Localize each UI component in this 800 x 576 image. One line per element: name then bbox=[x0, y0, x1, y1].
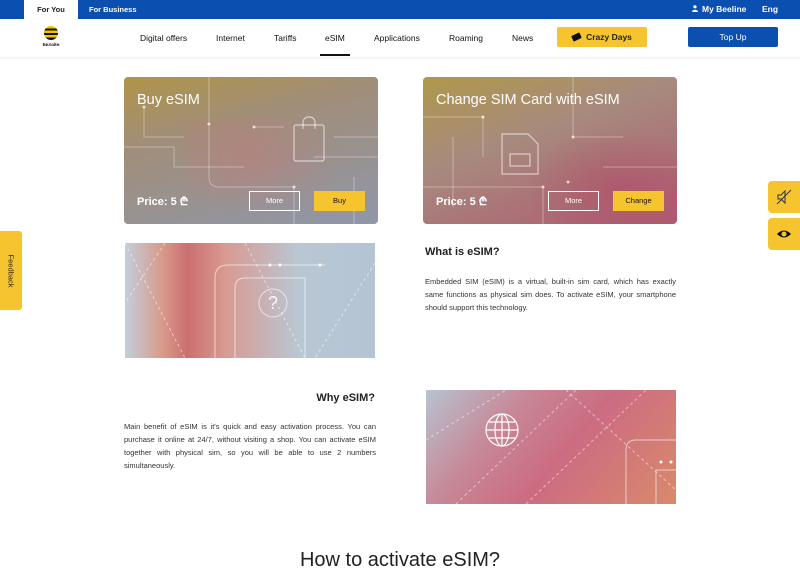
card-price: Price: 5 ₾ bbox=[436, 196, 488, 208]
top-bar: For You For Business My Beeline Eng bbox=[0, 0, 800, 19]
logo-mark bbox=[44, 26, 58, 40]
main-nav: Билайн Digital offers Internet Tariffs e… bbox=[0, 19, 800, 57]
what-is-esim-text: Embedded SIM (eSIM) is a virtual, built-… bbox=[425, 277, 676, 312]
nav-item-applications[interactable]: Applications bbox=[374, 19, 420, 57]
what-is-esim-heading: What is eSIM? bbox=[425, 246, 500, 258]
language-switch[interactable]: Eng bbox=[762, 0, 778, 19]
tag-icon bbox=[571, 32, 582, 42]
esim-question-illustration: ? bbox=[125, 243, 375, 358]
logo-text: Билайн bbox=[42, 42, 60, 47]
top-up-button[interactable]: Top Up bbox=[688, 27, 778, 47]
card-title: Buy eSIM bbox=[137, 92, 200, 108]
crazy-days-button[interactable]: Crazy Days bbox=[557, 27, 647, 47]
sim-card-icon bbox=[501, 133, 539, 175]
globe-pattern bbox=[426, 390, 676, 504]
nav-item-tariffs[interactable]: Tariffs bbox=[274, 19, 297, 57]
nav-item-digital-offers[interactable]: Digital offers bbox=[140, 19, 187, 57]
more-button[interactable]: More bbox=[249, 191, 300, 211]
my-beeline-label: My Beeline bbox=[702, 4, 747, 14]
sound-toggle-button[interactable] bbox=[768, 181, 800, 213]
bag-icon bbox=[293, 116, 325, 162]
user-icon bbox=[692, 5, 698, 12]
eye-icon bbox=[777, 230, 791, 238]
svg-text:?: ? bbox=[268, 293, 278, 313]
buy-button[interactable]: Buy bbox=[314, 191, 365, 211]
change-button[interactable]: Change bbox=[613, 191, 664, 211]
esim-globe-illustration bbox=[426, 390, 676, 504]
beeline-logo-icon[interactable]: Билайн bbox=[38, 26, 64, 50]
question-mark-icon: ? bbox=[125, 243, 375, 358]
nav-item-news[interactable]: News bbox=[512, 19, 533, 57]
my-beeline-link[interactable]: My Beeline bbox=[692, 0, 746, 19]
how-to-activate-heading: How to activate eSIM? bbox=[299, 549, 501, 571]
crazy-days-label: Crazy Days bbox=[586, 32, 632, 42]
why-esim-text: Main benefit of eSIM is it's quick and e… bbox=[124, 422, 376, 470]
card-title: Change SIM Card with eSIM bbox=[436, 92, 620, 108]
feedback-tab[interactable]: Feedback bbox=[0, 231, 22, 310]
nav-item-internet[interactable]: Internet bbox=[216, 19, 245, 57]
change-sim-card: Change SIM Card with eSIM Price: 5 ₾ Mor… bbox=[423, 77, 677, 224]
for-business-tab[interactable]: For Business bbox=[89, 0, 137, 19]
card-price: Price: 5 ₾ bbox=[137, 196, 189, 208]
feedback-label: Feedback bbox=[6, 254, 16, 287]
more-button[interactable]: More bbox=[548, 191, 599, 211]
for-you-tab[interactable]: For You bbox=[24, 0, 78, 19]
why-esim-heading: Why eSIM? bbox=[316, 392, 375, 404]
globe-icon bbox=[485, 413, 519, 447]
nav-item-roaming[interactable]: Roaming bbox=[449, 19, 483, 57]
visibility-toggle-button[interactable] bbox=[768, 218, 800, 250]
nav-item-esim[interactable]: eSIM bbox=[320, 19, 350, 57]
sound-off-icon bbox=[776, 189, 792, 205]
buy-esim-card: Buy eSIM Price: 5 ₾ More Buy bbox=[124, 77, 378, 224]
